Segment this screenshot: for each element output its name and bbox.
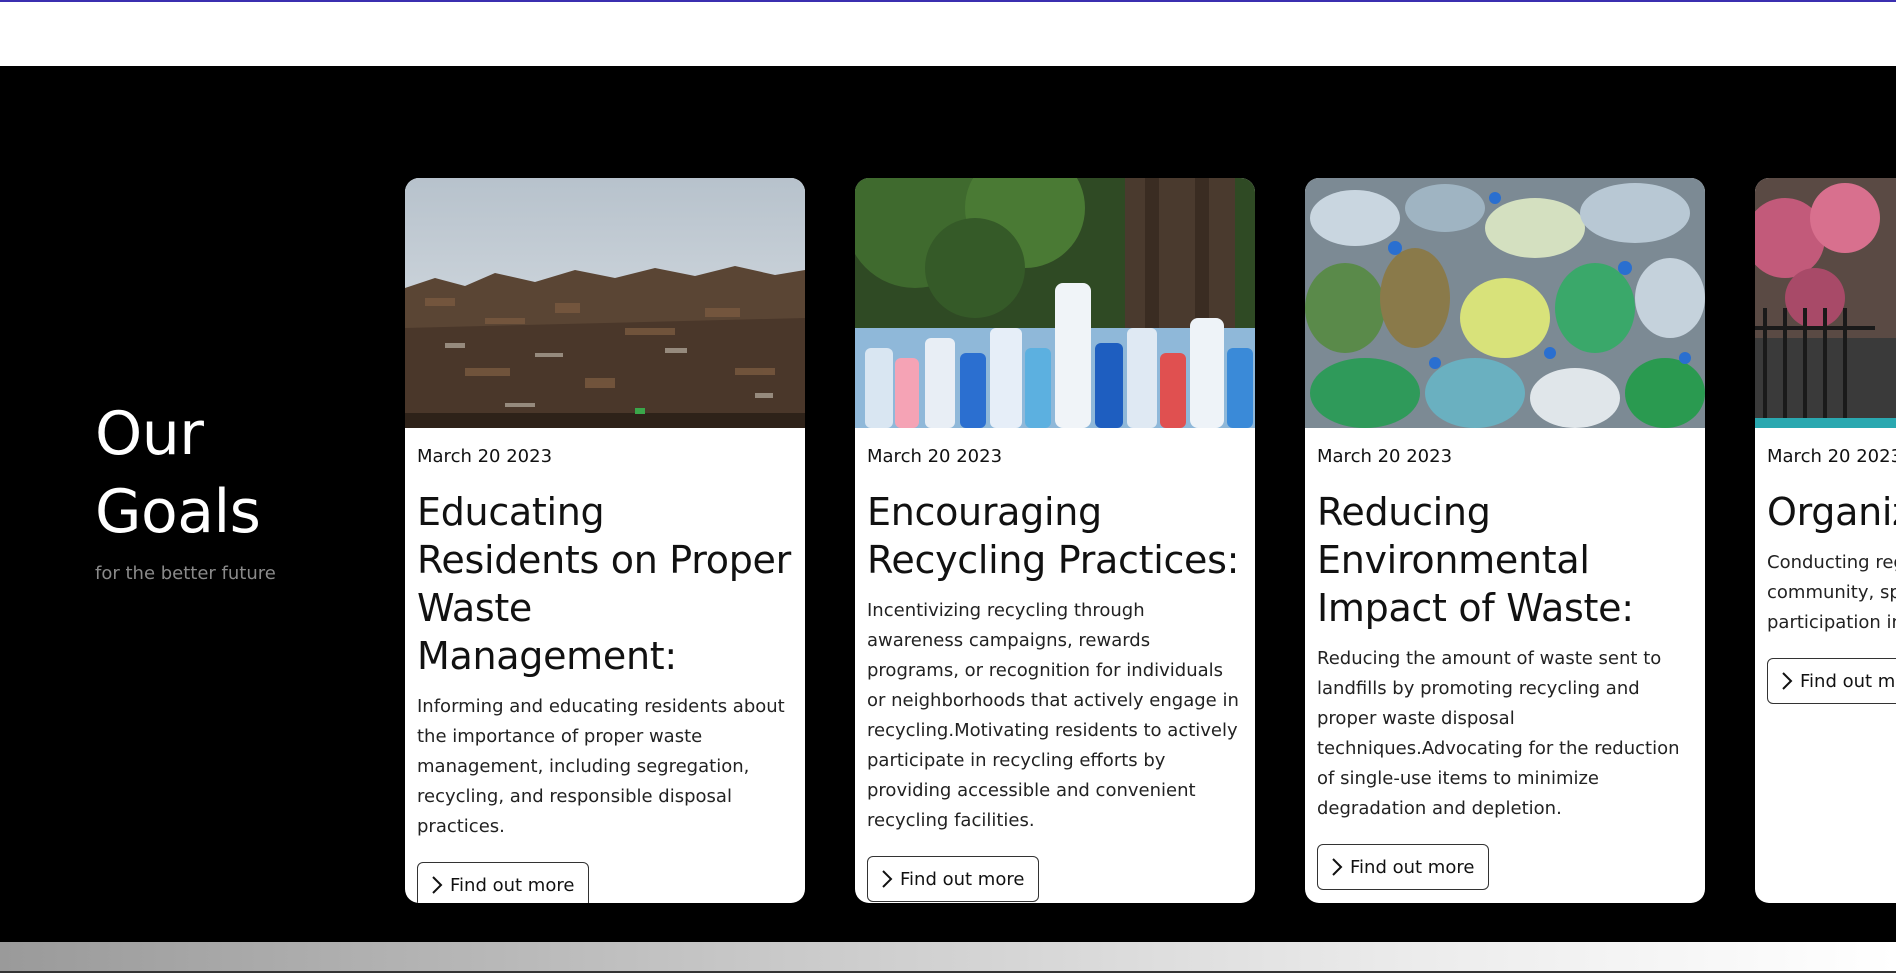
- goals-heading: Our Goals for the better future: [95, 395, 355, 585]
- goals-section: Our Goals for the better future March 20…: [0, 66, 1896, 942]
- card-content: March 20 2023 Organiz Campaig Conducting…: [1767, 428, 1896, 704]
- card-image-community-campaign: [1755, 178, 1896, 428]
- goal-card: March 20 2023 Reducing Environmental Imp…: [1305, 178, 1705, 903]
- goals-title: Our Goals: [95, 399, 261, 547]
- goal-card: March 20 2023 Encouraging Recycling Prac…: [855, 178, 1255, 903]
- chevron-right-icon: [1780, 670, 1794, 692]
- card-description: Informing and educating residents about …: [417, 696, 785, 837]
- card-title: Educating Residents on Proper Waste Mana…: [417, 490, 791, 678]
- find-out-more-button[interactable]: Find out more: [417, 862, 590, 903]
- card-description: Incentivizing recycling through awarenes…: [867, 600, 1239, 831]
- chevron-right-icon: [430, 874, 444, 896]
- button-label: Find out mo: [1800, 670, 1896, 692]
- card-description: Conducting regu events, and wor communit…: [1767, 552, 1896, 633]
- goals-subtitle: for the better future: [95, 563, 276, 584]
- card-description: Reducing the amount of waste sent to lan…: [1317, 648, 1680, 819]
- card-date: March 20 2023: [1317, 446, 1453, 467]
- button-label: Find out more: [450, 874, 575, 896]
- find-out-more-button[interactable]: Find out more: [1317, 844, 1490, 890]
- card-title: Organiz Campaig: [1767, 490, 1896, 534]
- card-image-plastic-bottles: [855, 178, 1255, 428]
- button-label: Find out more: [900, 868, 1025, 890]
- goal-card: March 20 2023 Organiz Campaig Conducting…: [1755, 178, 1896, 903]
- card-image-plastic-waste: [1305, 178, 1705, 428]
- card-content: March 20 2023 Educating Residents on Pro…: [417, 428, 793, 903]
- goal-card: March 20 2023 Educating Residents on Pro…: [405, 178, 805, 903]
- card-date: March 20 2023: [417, 446, 553, 467]
- find-out-more-button[interactable]: Find out more: [867, 856, 1040, 902]
- card-image-scrap-pile: [405, 178, 805, 428]
- card-title: Encouraging Recycling Practices:: [867, 490, 1240, 582]
- card-content: March 20 2023 Reducing Environmental Imp…: [1317, 428, 1693, 890]
- button-label: Find out more: [1350, 856, 1475, 878]
- top-navigation-bar: [0, 2, 1896, 66]
- chevron-right-icon: [880, 868, 894, 890]
- find-out-more-button[interactable]: Find out mo: [1767, 658, 1896, 704]
- card-date: March 20 2023: [867, 446, 1003, 467]
- card-title: Reducing Environmental Impact of Waste:: [1317, 490, 1634, 630]
- card-date: March 20 2023: [1767, 446, 1896, 467]
- bottom-gradient-strip: [0, 942, 1896, 973]
- card-content: March 20 2023 Encouraging Recycling Prac…: [867, 428, 1243, 902]
- chevron-right-icon: [1330, 856, 1344, 878]
